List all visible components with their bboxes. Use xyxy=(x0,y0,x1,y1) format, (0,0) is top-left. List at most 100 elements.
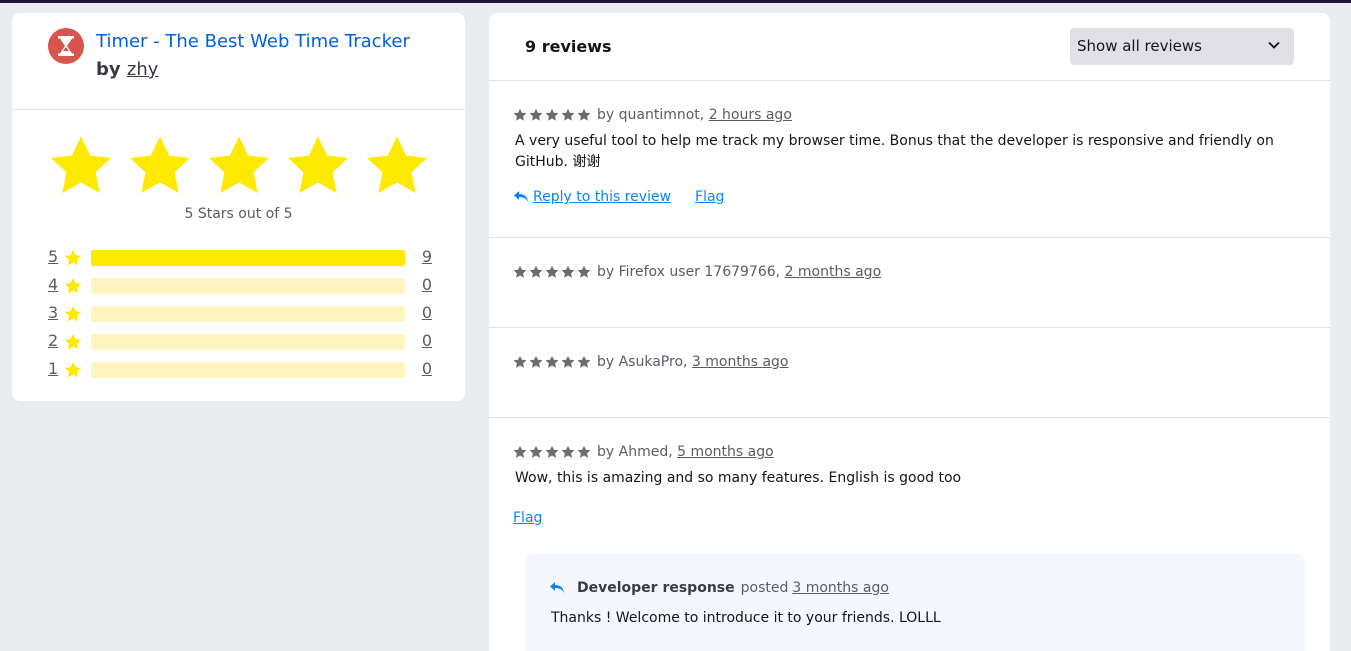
author-link[interactable]: zhy xyxy=(127,59,159,80)
top-bar xyxy=(0,0,1351,3)
review-rating-stars xyxy=(513,445,591,459)
reviews-header: 9 reviews Show all reviews xyxy=(489,13,1330,81)
rating-count-link[interactable]: 0 xyxy=(422,303,432,322)
hourglass-icon xyxy=(48,28,84,64)
rating-level-link[interactable]: 1 xyxy=(48,359,58,378)
rating-bar-row: 3 0 xyxy=(48,303,432,331)
developer-response-time-link[interactable]: 3 months ago xyxy=(792,580,889,596)
star-icon xyxy=(529,108,543,121)
star-icon xyxy=(545,445,559,458)
star-icon xyxy=(545,108,559,121)
reviews-panel: 9 reviews Show all reviews by quantimnot… xyxy=(489,13,1330,651)
star-icon xyxy=(529,445,543,458)
review-time-link[interactable]: 3 months ago xyxy=(692,354,789,370)
rating-bar[interactable] xyxy=(91,306,405,322)
review-meta: by Ahmed, 5 months ago xyxy=(513,444,774,460)
average-rating-stars xyxy=(48,133,430,199)
star-icon xyxy=(545,265,559,278)
review-body-text: Wow, this is amazing and so many feature… xyxy=(515,470,962,486)
review-rating-stars xyxy=(513,355,591,369)
star-icon xyxy=(577,108,591,121)
flag-review-link[interactable]: Flag xyxy=(513,510,542,526)
rating-bar-row: 1 0 xyxy=(48,359,432,387)
review-author: by Ahmed, xyxy=(597,444,673,460)
rating-bar-row: 4 0 xyxy=(48,275,432,303)
review-rating-stars xyxy=(513,108,591,122)
star-icon xyxy=(367,136,427,193)
review-actions: Flag xyxy=(513,510,542,526)
developer-response: Developer response posted 3 months ago T… xyxy=(525,554,1305,651)
addon-header: Timer - The Best Web Time Tracker by zhy xyxy=(12,13,465,110)
rating-count-link[interactable]: 0 xyxy=(422,359,432,378)
star-icon xyxy=(513,445,527,458)
review-author: by quantimnot, xyxy=(597,107,705,123)
review-item: by quantimnot, 2 hours ago A very useful… xyxy=(489,81,1330,238)
review-actions: Reply to this review Flag xyxy=(513,189,724,205)
star-icon xyxy=(209,136,269,193)
developer-response-header: Developer response posted 3 months ago xyxy=(549,580,889,596)
review-filter-value: Show all reviews xyxy=(1077,37,1202,55)
star-icon xyxy=(513,108,527,121)
star-icon xyxy=(51,136,111,193)
addon-summary-card: Timer - The Best Web Time Tracker by zhy… xyxy=(12,13,465,401)
reply-to-review-link[interactable]: Reply to this review xyxy=(533,189,671,205)
rating-level-link[interactable]: 2 xyxy=(48,331,58,350)
star-icon xyxy=(577,265,591,278)
review-item: by Firefox user 17679766, 2 months ago xyxy=(489,238,1330,328)
rating-breakdown: 5 9 4 0 3 0 2 0 1 0 xyxy=(48,247,432,387)
star-icon xyxy=(529,355,543,368)
review-time-link[interactable]: 2 hours ago xyxy=(709,107,792,123)
star-icon xyxy=(513,265,527,278)
star-icon xyxy=(513,355,527,368)
rating-level-link[interactable]: 4 xyxy=(48,275,58,294)
review-body-text: A very useful tool to help me track my b… xyxy=(515,133,1274,170)
rating-bar-row: 5 9 xyxy=(48,247,432,275)
review-meta: by AsukaPro, 3 months ago xyxy=(513,354,789,370)
review-item: by AsukaPro, 3 months ago xyxy=(489,328,1330,418)
rating-bar-row: 2 0 xyxy=(48,331,432,359)
review-author: by AsukaPro, xyxy=(597,354,688,370)
rating-bar[interactable] xyxy=(91,362,405,378)
star-icon xyxy=(577,445,591,458)
reply-icon xyxy=(514,191,528,202)
developer-response-title: Developer response xyxy=(577,580,735,596)
by-label: by xyxy=(96,59,121,80)
addon-author: by zhy xyxy=(96,59,158,80)
star-icon xyxy=(561,355,575,368)
star-icon xyxy=(561,445,575,458)
rating-count-link[interactable]: 9 xyxy=(422,247,432,266)
reviews-count: 9 reviews xyxy=(525,37,612,56)
rating-count-link[interactable]: 0 xyxy=(422,331,432,350)
flag-review-link[interactable]: Flag xyxy=(695,189,724,205)
star-icon xyxy=(288,136,348,193)
rating-bar-fill xyxy=(91,250,405,266)
review-time-link[interactable]: 5 months ago xyxy=(677,444,774,460)
rating-count-link[interactable]: 0 xyxy=(422,275,432,294)
star-icon xyxy=(64,277,82,294)
rating-bar[interactable] xyxy=(91,334,405,350)
review-rating-stars xyxy=(513,265,591,279)
star-icon xyxy=(130,136,190,193)
review-time-link[interactable]: 2 months ago xyxy=(785,264,882,280)
star-icon xyxy=(64,305,82,322)
addon-title-link[interactable]: Timer - The Best Web Time Tracker xyxy=(96,31,410,52)
rating-summary-text: 5 Stars out of 5 xyxy=(184,206,293,222)
rating-level-link[interactable]: 5 xyxy=(48,247,58,266)
star-icon xyxy=(64,361,82,378)
review-filter-select[interactable]: Show all reviews xyxy=(1070,28,1294,65)
review-item: by Ahmed, 5 months ago Wow, this is amaz… xyxy=(489,418,1330,651)
review-meta: by Firefox user 17679766, 2 months ago xyxy=(513,264,881,280)
review-author: by Firefox user 17679766, xyxy=(597,264,781,280)
rating-bar[interactable] xyxy=(91,250,405,266)
review-meta: by quantimnot, 2 hours ago xyxy=(513,107,792,123)
star-icon xyxy=(545,355,559,368)
chevron-down-icon xyxy=(1268,41,1280,49)
rating-level-link[interactable]: 3 xyxy=(48,303,58,322)
star-icon xyxy=(561,108,575,121)
rating-bar[interactable] xyxy=(91,278,405,294)
star-icon xyxy=(64,333,82,350)
star-icon xyxy=(577,355,591,368)
star-icon xyxy=(561,265,575,278)
posted-label: posted xyxy=(740,580,789,596)
star-icon xyxy=(64,249,82,266)
